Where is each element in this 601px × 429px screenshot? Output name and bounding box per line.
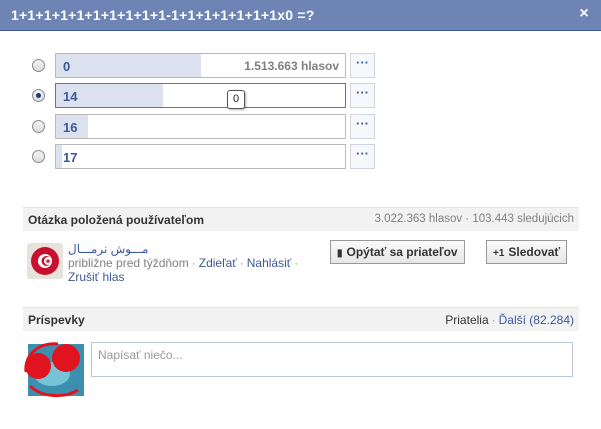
cancel-vote-link[interactable]: Zrušiť hlas (68, 270, 125, 284)
option-row-2: 16 ··· (30, 114, 380, 140)
share-link[interactable]: Zdieľať (199, 256, 237, 270)
posts-filter: Priatelia · Ďalší (82.284) (445, 313, 574, 327)
report-link[interactable]: Nahlásiť (247, 256, 292, 270)
tunisia-flag-icon (31, 247, 59, 275)
post-time: približne pred týždňom (68, 256, 189, 270)
option-radio-0[interactable] (32, 59, 45, 72)
follow-label: Sledovať (508, 245, 561, 259)
author-meta: približne pred týždňom · Zdieľať · Nahlásiť ·… (68, 256, 299, 284)
option-votes-0: 1.513.663 hlasov (244, 59, 339, 73)
more-options-icon-1[interactable]: ··· (350, 83, 375, 108)
posts-bar: Príspevky Priatelia · Ďalší (82.284) (23, 307, 579, 331)
more-posts-link[interactable]: Ďalší (82.284) (499, 313, 574, 327)
vote-count-tooltip: 0 (227, 90, 245, 109)
option-bar-1[interactable]: 14 0 (55, 83, 346, 109)
follow-button[interactable]: +1 Sledovať (486, 240, 568, 264)
speech-bubble-icon: ▮ (337, 248, 343, 259)
option-label-1: 14 (63, 89, 78, 104)
option-radio-2[interactable] (32, 120, 45, 133)
question-title: 1+1+1+1+1+1+1+1+1+1-1+1+1+1+1+1+1x0 =? (11, 7, 315, 23)
option-radio-3[interactable] (32, 150, 45, 163)
ask-friends-label: Opýtať sa priateľov (346, 245, 458, 259)
option-bar-0[interactable]: 0 1.513.663 hlasov (55, 53, 346, 78)
option-row-0: 0 1.513.663 hlasov ··· (30, 53, 380, 79)
author-name[interactable]: مـــوش نرمـــال (68, 242, 148, 256)
option-fill-0 (56, 54, 201, 77)
asked-by-label: Otázka položená používateľom (28, 213, 204, 227)
posts-label: Príspevky (28, 313, 85, 327)
ask-friends-button[interactable]: ▮ Opýtať sa priateľov (330, 240, 465, 264)
comment-input[interactable]: Napísať niečo... (91, 342, 573, 377)
more-options-icon-3[interactable]: ··· (350, 144, 375, 169)
asked-by-bar: Otázka položená používateľom 3.022.363 h… (23, 207, 579, 231)
option-row-3: 17 ··· (30, 144, 380, 170)
comment-placeholder: Napísať niečo... (98, 348, 183, 362)
author-avatar[interactable] (27, 243, 63, 279)
user-avatar[interactable] (22, 340, 86, 398)
option-label-3: 17 (63, 150, 78, 165)
more-options-icon-2[interactable]: ··· (350, 114, 375, 139)
avatar-image-icon (24, 342, 84, 397)
option-row-1: 14 0 ··· (30, 83, 380, 109)
option-fill-3 (56, 145, 62, 168)
friends-filter[interactable]: Priatelia (445, 313, 488, 327)
option-bar-2[interactable]: 16 (55, 114, 346, 139)
option-label-2: 16 (63, 120, 78, 135)
more-options-icon-0[interactable]: ··· (350, 53, 375, 78)
dialog-header: 1+1+1+1+1+1+1+1+1+1-1+1+1+1+1+1+1x0 =? × (0, 0, 601, 31)
close-icon[interactable]: × (576, 6, 592, 22)
poll-stats: 3.022.363 hlasov · 103.443 sledujúcich (374, 213, 574, 225)
option-bar-3[interactable]: 17 (55, 144, 346, 169)
option-label-0: 0 (63, 59, 71, 74)
follow-plus-icon: +1 (493, 248, 505, 259)
option-radio-1[interactable] (32, 89, 45, 102)
